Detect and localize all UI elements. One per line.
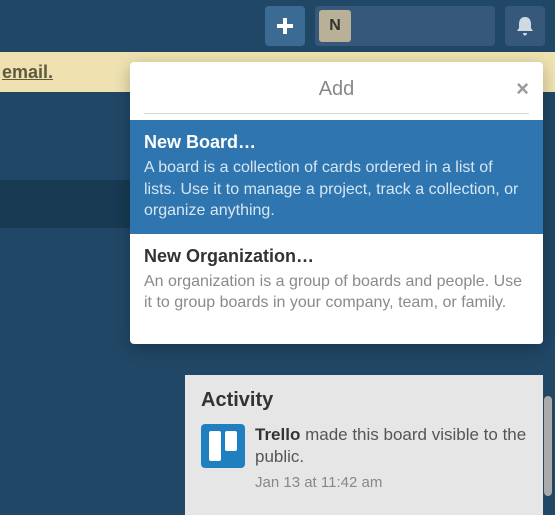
activity-item: Trello made this board visible to the pu… [201,424,527,491]
menu-item-title: New Organization… [144,246,529,267]
avatar: N [319,10,351,42]
activity-actor: Trello [255,425,300,444]
notifications-button[interactable] [505,6,545,46]
plus-icon [275,16,295,36]
menu-item-desc: An organization is a group of boards and… [144,271,529,314]
activity-panel: Activity Trello made this board visible … [185,375,543,515]
avatar-initial: N [329,17,341,35]
sidebar-selected-item[interactable] [0,180,130,228]
activity-time: Jan 13 at 11:42 am [255,474,527,491]
banner-email-link[interactable]: email. [2,62,53,83]
popover-title: Add [319,78,355,101]
add-popover: Add × New Board… A board is a collection… [130,62,543,344]
add-button[interactable] [265,6,305,46]
scrollbar-thumb[interactable] [544,396,552,496]
menu-item-title: New Board… [144,132,529,153]
activity-body: Trello made this board visible to the pu… [255,424,527,491]
topbar: N [0,0,555,52]
bell-icon [515,15,535,37]
menu-item-new-organization[interactable]: New Organization… An organization is a g… [130,234,543,326]
popover-header: Add × [144,72,529,114]
close-icon[interactable]: × [516,76,529,102]
activity-heading: Activity [201,389,527,412]
activity-text: Trello made this board visible to the pu… [255,424,527,468]
user-menu-button[interactable]: N [315,6,495,46]
menu-item-new-board[interactable]: New Board… A board is a collection of ca… [130,120,543,234]
menu-item-desc: A board is a collection of cards ordered… [144,157,529,222]
trello-icon [201,424,245,468]
